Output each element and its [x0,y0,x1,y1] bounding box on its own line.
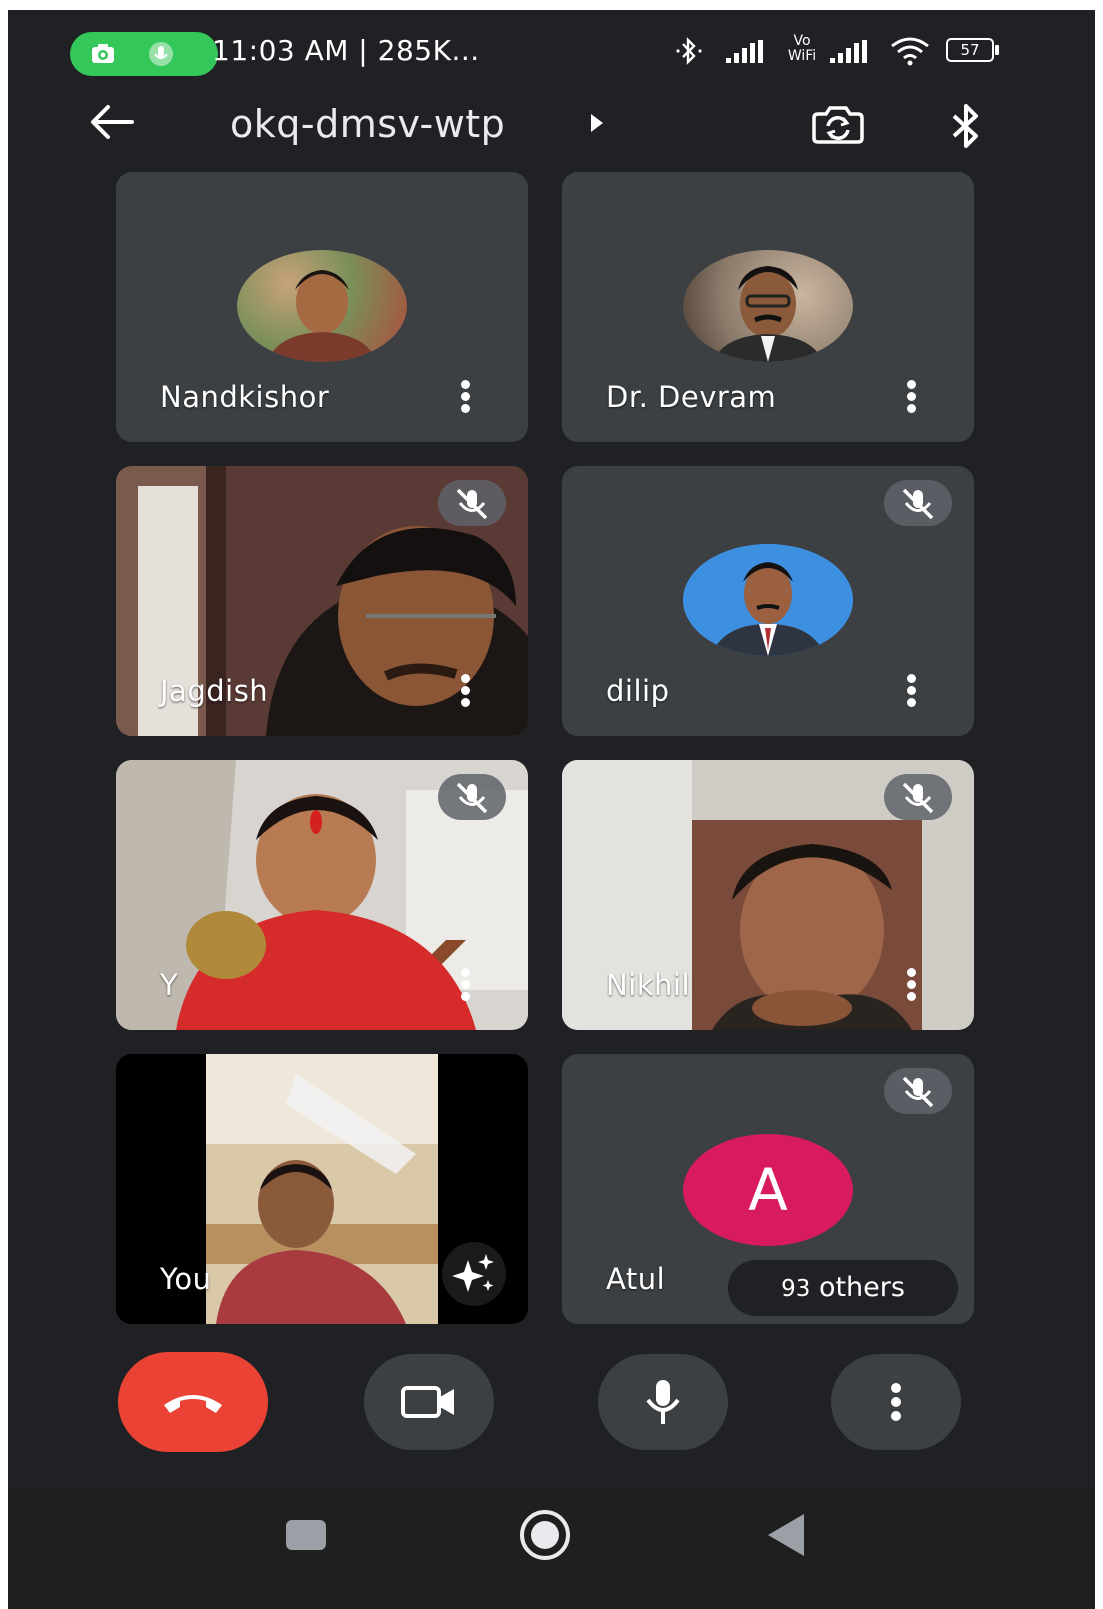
camera-toggle-button[interactable] [364,1354,494,1450]
wifi-icon [891,37,929,66]
participant-name: dilip [606,674,670,708]
more-options-icon[interactable] [458,672,472,708]
microphone-toggle-button[interactable] [598,1354,728,1450]
meeting-code-title[interactable]: okq-dmsv-wtp [230,102,505,146]
person-photo [683,544,853,656]
recents-nav-icon[interactable] [286,1520,326,1550]
participant-tile-nikhil[interactable]: Nikhil [562,760,974,1030]
avatar-dr-devram [683,250,853,362]
signal-icon-2 [830,40,867,63]
mic-indicator-icon [149,42,173,66]
bluetooth-status-icon [676,37,702,65]
muted-mic-badge [438,480,506,526]
others-pill[interactable]: 93 others [728,1260,958,1316]
home-nav-icon[interactable] [516,1506,574,1564]
participant-name: Nandkishor [160,380,330,414]
more-options-button[interactable] [831,1354,961,1450]
avatar-initial-atul: A [683,1134,853,1246]
mic-off-icon [902,488,934,520]
video-camera-icon [401,1386,454,1418]
mic-off-icon [902,782,934,814]
more-options-icon[interactable] [458,378,472,414]
more-options-icon[interactable] [904,966,918,1002]
camera-indicator-icon [92,44,114,63]
signal-icon-1 [726,40,763,63]
person-photo [713,266,823,362]
avatar-nandkishor [237,250,407,362]
mic-off-icon [902,1076,934,1108]
battery-icon: 57 [946,38,994,62]
participant-name: Nikhil [606,968,691,1002]
more-options-icon[interactable] [904,672,918,708]
active-call-pill[interactable] [70,32,218,76]
mic-off-icon [456,488,488,520]
more-options-icon[interactable] [904,378,918,414]
caret-right-icon[interactable] [588,112,606,134]
participant-tile-dr-devram[interactable]: Dr. Devram [562,172,974,442]
switch-camera-icon[interactable] [806,102,870,150]
vowifi-line2: WiFi [787,48,817,64]
effects-button[interactable] [442,1242,506,1306]
vowifi-line1: Vo [793,33,811,49]
back-arrow-icon[interactable] [88,102,136,142]
participant-name: Jagdish [160,674,269,708]
system-nav-bar [8,1490,1095,1609]
more-options-icon[interactable] [458,966,472,1002]
end-call-button[interactable] [118,1352,268,1452]
muted-mic-badge [884,774,952,820]
status-time: 11:03 AM | 285K... [212,34,480,67]
person-photo [267,270,377,362]
participant-tile-y[interactable]: Y [116,760,528,1030]
participant-tile-you[interactable]: You [116,1054,528,1324]
avatar-dilip [683,544,853,656]
hang-up-icon [164,1395,222,1413]
back-nav-icon[interactable] [764,1510,810,1560]
participant-tile-dilip[interactable]: dilip [562,466,974,736]
participant-name: You [160,1262,212,1296]
participant-name: Y [160,968,179,1002]
participant-name: Dr. Devram [606,380,777,414]
microphone-icon [646,1380,680,1424]
battery-tip [995,45,999,55]
avatar-initial: A [748,1156,788,1224]
battery-level: 57 [960,41,980,59]
sparkle-effects-icon [452,1254,494,1292]
muted-mic-badge [884,480,952,526]
more-vert-icon [891,1383,901,1421]
meet-screen: 11:03 AM | 285K... Vo WiFi 57 okq-dmsv-w… [8,10,1095,1609]
others-count: 93 [781,1276,811,1302]
participant-tile-jagdish[interactable]: Jagdish [116,466,528,736]
muted-mic-badge [438,774,506,820]
mic-off-icon [456,782,488,814]
vowifi-badge: Vo WiFi [784,34,820,68]
muted-mic-badge [884,1068,952,1114]
participant-tile-nandkishor[interactable]: Nandkishor [116,172,528,442]
others-label: others [818,1272,905,1303]
page-top-strip [0,0,1103,10]
participant-tile-atul[interactable]: A Atul 93 others [562,1054,974,1324]
bluetooth-audio-icon[interactable] [944,102,988,150]
participant-name: Atul [606,1262,666,1296]
